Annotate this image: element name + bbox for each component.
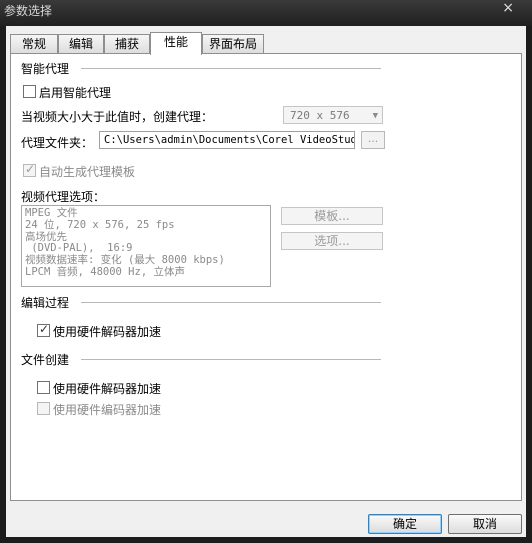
proxy-folder-input[interactable]: C:\Users\admin\Documents\Corel VideoStud… (99, 131, 355, 149)
performance-panel: 智能代理 启用智能代理 当视频大小大于此值时，创建代理： 720 x 576 ▼… (10, 53, 522, 501)
browse-folder-button[interactable]: ... (361, 131, 385, 149)
proxy-options-label: 视频代理选项： (21, 190, 106, 204)
proxy-options-list[interactable]: MPEG 文件 24 位, 720 x 576, 25 fps 高场优先 (DV… (21, 205, 271, 287)
chevron-down-icon: ▼ (372, 111, 378, 121)
tab-capture[interactable]: 捕获 (104, 34, 150, 54)
file-hw-decoder-checkbox[interactable] (37, 381, 50, 394)
template-button[interactable]: 模板... (281, 207, 383, 225)
dialog-client: 常规 编辑 捕获 性能 界面布局 智能代理 启用智能代理 当视频大小大于此值时，… (6, 26, 526, 537)
title-bar: 参数选择 × (0, 0, 532, 26)
edit-process-divider (81, 302, 381, 303)
file-hw-encoder-checkbox[interactable] (37, 402, 50, 415)
edit-process-title: 编辑过程 (21, 296, 70, 310)
tab-performance[interactable]: 性能 (150, 32, 202, 55)
edit-hw-decoder-checkbox[interactable]: ✓ (37, 322, 50, 337)
file-hw-decoder-label: 使用硬件解码器加速 (53, 382, 162, 396)
file-creation-title: 文件创建 (21, 353, 70, 367)
file-hw-encoder-label: 使用硬件编码器加速 (53, 403, 162, 417)
tab-layout[interactable]: 界面布局 (202, 34, 264, 54)
enable-smart-proxy-label: 启用智能代理 (39, 86, 112, 100)
tab-edit[interactable]: 编辑 (58, 34, 104, 54)
auto-proxy-template-label: 自动生成代理模板 (39, 165, 136, 179)
enable-smart-proxy-checkbox[interactable] (23, 85, 36, 98)
edit-hw-decoder-label: 使用硬件解码器加速 (53, 325, 162, 339)
proxy-threshold-label: 当视频大小大于此值时，创建代理： (21, 110, 214, 124)
proxy-folder-label: 代理文件夹： (21, 136, 94, 150)
window-title: 参数选择 (4, 4, 53, 18)
options-button[interactable]: 选项... (281, 232, 383, 250)
file-creation-divider (81, 359, 381, 360)
checkmark-icon: ✓ (39, 322, 50, 336)
list-item: 24 位, 720 x 576, 25 fps (25, 218, 175, 231)
tab-general[interactable]: 常规 (10, 34, 58, 54)
proxy-threshold-value: 720 x 576 (290, 109, 350, 122)
auto-proxy-template-checkbox[interactable]: ✓ (23, 162, 36, 177)
cancel-button[interactable]: 取消 (448, 514, 522, 534)
smart-proxy-divider (81, 68, 381, 69)
smart-proxy-title: 智能代理 (21, 62, 70, 76)
proxy-threshold-select[interactable]: 720 x 576 ▼ (283, 106, 383, 124)
close-icon[interactable]: × (502, 0, 514, 16)
checkmark-icon: ✓ (25, 162, 36, 176)
ok-button[interactable]: 确定 (368, 514, 442, 534)
list-item: LPCM 音频, 48000 Hz, 立体声 (25, 265, 185, 278)
